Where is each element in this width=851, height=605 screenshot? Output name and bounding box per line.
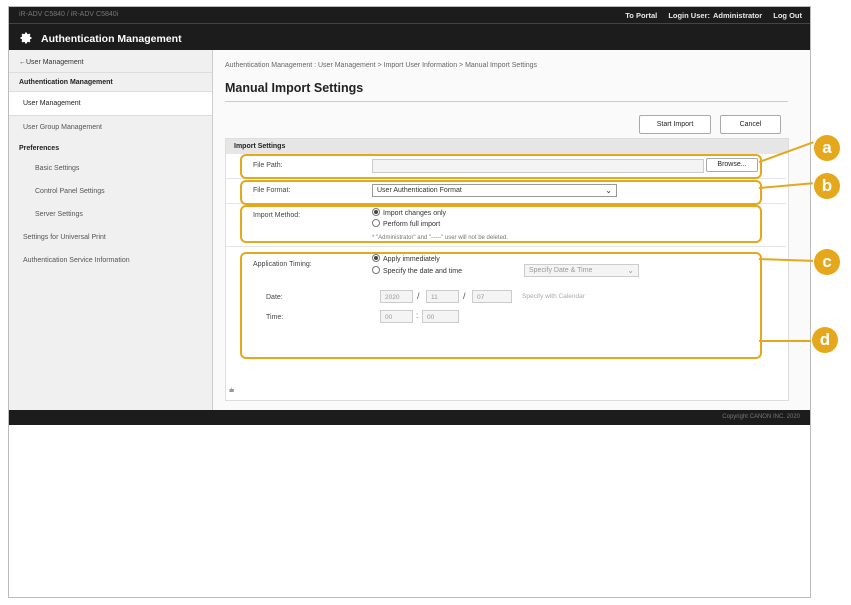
sidebar-item-server-settings[interactable]: Server Settings	[9, 203, 212, 226]
main-content: Authentication Management : User Managem…	[213, 50, 810, 410]
highlight-b	[240, 180, 762, 205]
browser-frame: iR-ADV C5840 / iR-ADV C5840i To Portal L…	[8, 6, 811, 598]
sidebar-group-preferences: Preferences	[19, 145, 60, 152]
footer-bar: Copyright CANON INC. 2020	[9, 410, 810, 425]
page-title: Manual Import Settings	[225, 81, 364, 95]
title-divider	[225, 101, 788, 102]
sidebar-item-universal-print[interactable]: Settings for Universal Print	[9, 226, 212, 249]
top-links: To Portal Login User: Administrator Log O…	[616, 11, 802, 20]
device-name: iR-ADV C5840 / iR-ADV C5840i	[19, 11, 119, 18]
sidebar: ←User Management Authentication Manageme…	[9, 50, 213, 410]
sidebar-item-user-group-management[interactable]: User Group Management	[9, 116, 212, 139]
to-portal-link[interactable]: To Portal	[625, 11, 657, 20]
sidebar-item-basic-settings[interactable]: Basic Settings	[9, 157, 212, 180]
start-import-button[interactable]: Start Import	[639, 115, 711, 134]
import-settings-section: Import Settings File Path: Browse... Fil…	[225, 138, 789, 401]
back-to-user-management-link[interactable]: ←User Management	[9, 50, 212, 73]
login-user-label: Login User:	[668, 11, 710, 20]
copyright-text: Copyright CANON INC. 2020	[722, 414, 800, 420]
top-bar: iR-ADV C5840 / iR-ADV C5840i To Portal L…	[9, 7, 810, 23]
callout-a: a	[814, 135, 840, 161]
highlight-c	[240, 205, 762, 243]
callout-d: d	[812, 327, 838, 353]
gear-icon	[20, 32, 32, 44]
sidebar-item-user-management[interactable]: User Management	[9, 91, 212, 116]
callout-b: b	[814, 173, 840, 199]
logout-link[interactable]: Log Out	[773, 11, 802, 20]
callout-c: c	[814, 249, 840, 275]
title-bar: Authentication Management	[9, 23, 810, 51]
callout-line-d	[759, 340, 811, 342]
app-title: Authentication Management	[41, 33, 182, 45]
cancel-button[interactable]: Cancel	[720, 115, 781, 134]
login-user-value: Administrator	[712, 11, 763, 20]
sidebar-group-authentication-management: Authentication Management	[19, 79, 113, 86]
section-title: Import Settings	[226, 139, 788, 154]
collapse-icon[interactable]: ⩧	[229, 385, 234, 396]
sidebar-item-control-panel-settings[interactable]: Control Panel Settings	[9, 180, 212, 203]
highlight-d	[240, 252, 762, 359]
sidebar-item-authentication-service-information[interactable]: Authentication Service Information	[9, 249, 212, 272]
highlight-a	[240, 154, 762, 179]
breadcrumb: Authentication Management : User Managem…	[225, 62, 538, 69]
